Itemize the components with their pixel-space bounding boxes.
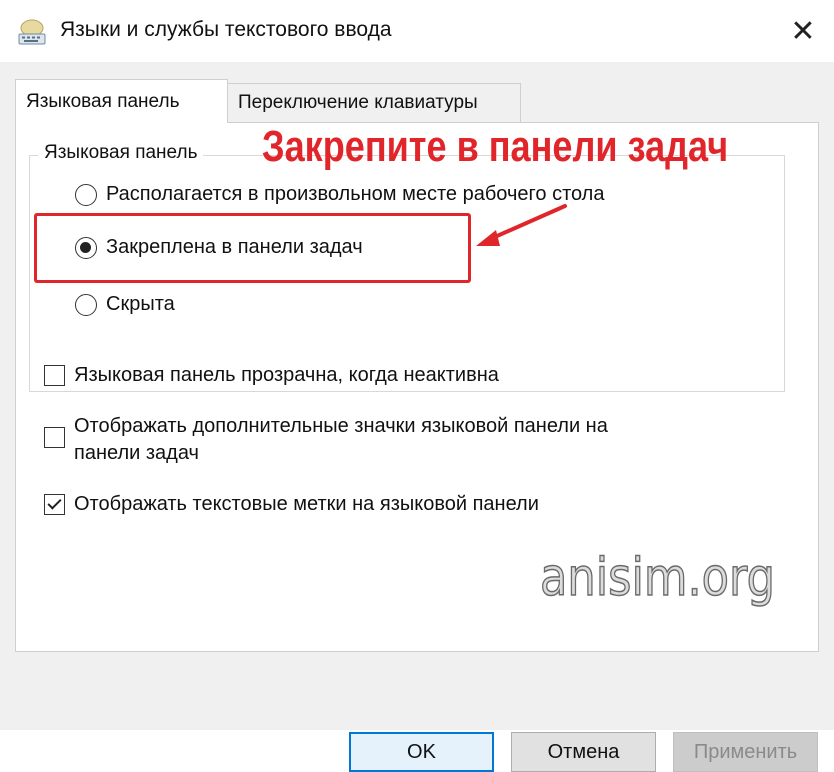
radio-hidden[interactable]: Скрыта <box>75 293 175 316</box>
cancel-button[interactable]: Отмена <box>511 732 656 772</box>
tab-language-bar[interactable]: Языковая панель <box>15 79 228 123</box>
checkbox[interactable] <box>44 365 65 386</box>
annotation-arrow-icon <box>476 204 567 246</box>
radio-label: Скрыта <box>106 293 175 315</box>
checkbox-label: Отображать дополнительные значки языково… <box>74 413 608 467</box>
watermark: anisim.org <box>539 547 776 609</box>
ok-button[interactable]: OK <box>349 732 494 772</box>
checkbox-label-line1: Отображать дополнительные значки языково… <box>74 415 608 437</box>
checkbox-label: Языковая панель прозрачна, когда неактив… <box>74 364 499 386</box>
checkbox[interactable] <box>44 494 65 515</box>
tab-label: Переключение клавиатуры <box>238 92 478 113</box>
title-bar: Языки и службы текстового ввода ✕ <box>0 0 834 62</box>
checkbox[interactable] <box>44 427 65 448</box>
radio-button[interactable] <box>75 183 97 206</box>
radio-button[interactable] <box>75 293 97 316</box>
groupbox-legend: Языковая панель <box>38 142 204 164</box>
close-icon: ✕ <box>790 14 816 48</box>
tab-label: Языковая панель <box>26 90 180 112</box>
checkbox-extra-icons[interactable]: Отображать дополнительные значки языково… <box>44 413 608 467</box>
tab-keyboard-switching[interactable]: Переключение клавиатуры <box>227 83 521 122</box>
window-title: Языки и службы текстового ввода <box>60 18 392 41</box>
checkbox-transparent[interactable]: Языковая панель прозрачна, когда неактив… <box>44 362 499 389</box>
annotation-highlight-box <box>34 213 471 283</box>
checkbox-text-labels[interactable]: Отображать текстовые метки на языковой п… <box>44 491 539 518</box>
close-button[interactable]: ✕ <box>772 0 834 62</box>
checkbox-label: Отображать текстовые метки на языковой п… <box>74 493 539 515</box>
annotation-text: Закрепите в панели задач <box>262 122 729 171</box>
keyboard-icon <box>18 19 46 45</box>
apply-button[interactable]: Применить <box>673 732 818 772</box>
checkbox-label-line2: панели задач <box>74 442 199 464</box>
